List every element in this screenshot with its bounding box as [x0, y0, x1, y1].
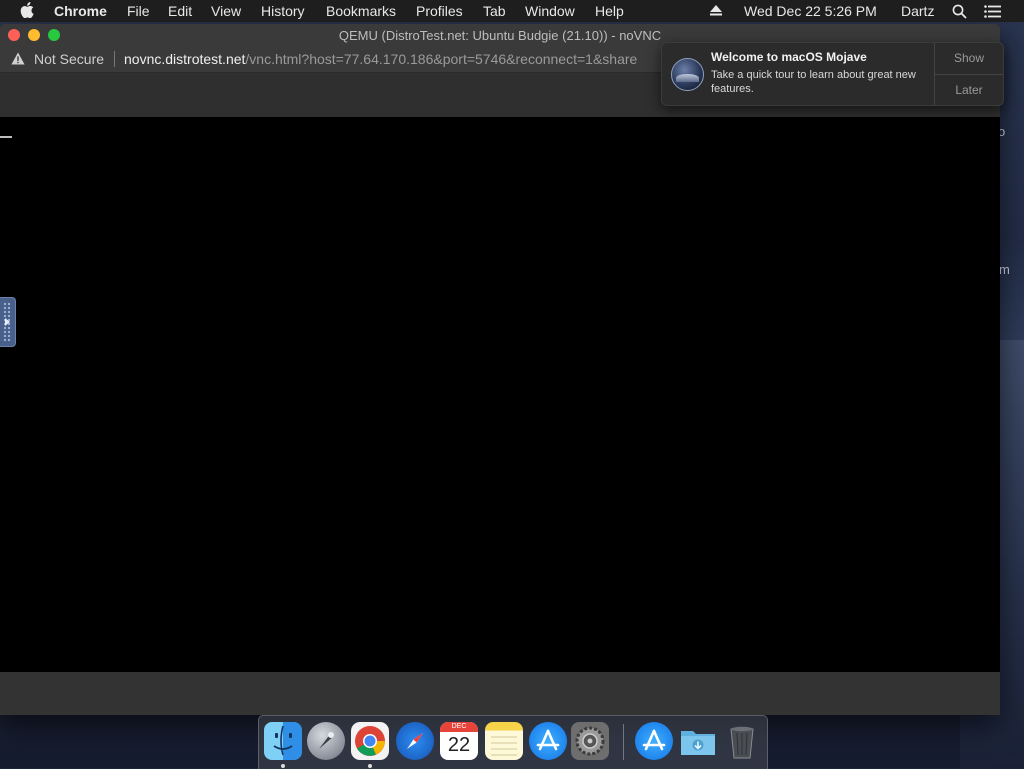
menu-file[interactable]: File — [127, 3, 150, 19]
address-separator — [114, 51, 115, 67]
menu-help[interactable]: Help — [595, 3, 624, 19]
desktop-edge-text: m — [999, 262, 1010, 277]
safari-icon[interactable] — [396, 722, 434, 760]
app-store-icon[interactable] — [635, 722, 673, 760]
notification-center-icon[interactable] — [984, 5, 1001, 18]
menu-view[interactable]: View — [211, 3, 241, 19]
finder-icon[interactable] — [264, 722, 302, 760]
dock: DEC 22 — [258, 715, 768, 769]
dock-separator — [623, 724, 624, 760]
system-preferences-icon[interactable] — [571, 722, 609, 760]
warning-icon[interactable] — [11, 52, 25, 65]
menu-profiles[interactable]: Profiles — [416, 3, 463, 19]
menu-tab[interactable]: Tab — [483, 3, 506, 19]
notes-icon[interactable] — [485, 722, 523, 760]
menu-bookmarks[interactable]: Bookmarks — [326, 3, 396, 19]
menu-history[interactable]: History — [261, 3, 305, 19]
menu-edit[interactable]: Edit — [168, 3, 192, 19]
expand-arrow-icon — [5, 318, 10, 326]
mojave-notification[interactable]: Welcome to macOS Mojave Take a quick tou… — [661, 42, 1004, 106]
url-text[interactable]: novnc.distrotest.net/vnc.html?host=77.64… — [124, 51, 664, 67]
text-cursor — [0, 136, 12, 138]
app-store-icon[interactable] — [529, 722, 567, 760]
calendar-icon[interactable]: DEC 22 — [440, 722, 478, 760]
menu-bar: Chrome File Edit View History Bookmarks … — [0, 0, 1024, 22]
macos-mojave-icon — [671, 58, 704, 91]
notification-title: Welcome to macOS Mojave — [711, 50, 867, 64]
browser-window: QEMU (DistroTest.net: Ubuntu Budgie (21.… — [0, 24, 1000, 715]
launchpad-icon[interactable] — [307, 722, 345, 760]
calendar-day: 22 — [447, 734, 471, 756]
not-secure-label[interactable]: Not Secure — [34, 51, 104, 67]
url-host: novnc.distrotest.net — [124, 51, 246, 67]
notification-body: Take a quick tour to learn about great n… — [711, 69, 916, 95]
calendar-month: DEC — [440, 722, 478, 732]
novnc-control-bar-handle[interactable] — [0, 297, 16, 347]
url-path: /vnc.html?host=77.64.170.186&port=5746&r… — [245, 51, 638, 67]
vnc-screen[interactable] — [0, 117, 1000, 672]
spotlight-search-icon[interactable] — [952, 4, 967, 19]
menu-clock[interactable]: Wed Dec 22 5:26 PM — [744, 3, 877, 19]
running-indicator — [368, 764, 372, 768]
apple-icon[interactable] — [20, 2, 34, 18]
menu-user[interactable]: Dartz — [901, 3, 934, 19]
notification-show-button[interactable]: Show — [935, 43, 1003, 74]
eject-icon[interactable] — [710, 5, 722, 16]
notification-later-button[interactable]: Later — [935, 75, 1003, 106]
window-title: QEMU (DistroTest.net: Ubuntu Budgie (21.… — [338, 28, 662, 43]
downloads-folder-icon[interactable] — [679, 722, 717, 760]
trash-icon[interactable] — [723, 722, 761, 760]
chrome-icon[interactable] — [351, 722, 389, 760]
menu-app-name[interactable]: Chrome — [54, 3, 107, 19]
running-indicator — [281, 764, 285, 768]
browser-bottom-bar — [0, 672, 1000, 715]
menu-window[interactable]: Window — [525, 3, 575, 19]
